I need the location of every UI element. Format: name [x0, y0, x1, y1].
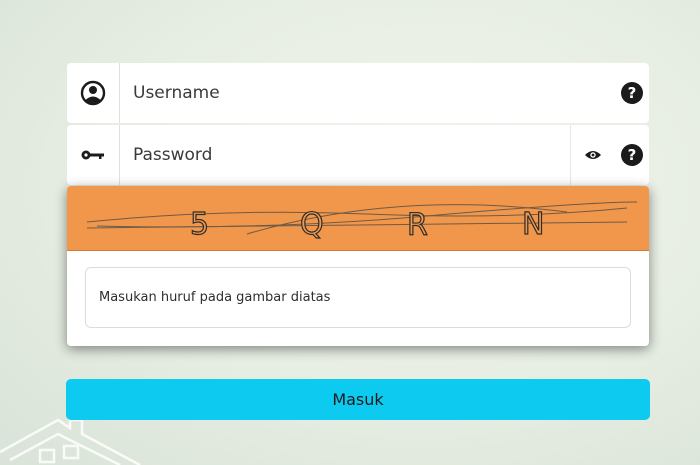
submit-button[interactable]: Masuk [66, 379, 650, 420]
captcha-char: Q [300, 207, 324, 242]
captcha-char: 5 [190, 207, 209, 242]
password-addon [67, 125, 120, 185]
username-help[interactable]: ? [615, 63, 649, 123]
captcha-card: 5 Q R N Masukan huruf pada gambar diatas [67, 186, 649, 346]
toggle-password-button[interactable] [570, 125, 615, 185]
captcha-image: 5 Q R N [67, 186, 649, 251]
password-input[interactable]: Password [120, 125, 570, 185]
password-input-group: Password ? [67, 125, 649, 185]
username-addon [67, 63, 120, 123]
username-input-group: Username ? [67, 63, 649, 123]
captcha-char: N [522, 207, 544, 242]
question-circle-icon[interactable]: ? [621, 144, 643, 166]
captcha-input[interactable]: Masukan huruf pada gambar diatas [85, 267, 631, 328]
key-icon [81, 150, 104, 160]
question-circle-icon[interactable]: ? [621, 82, 643, 104]
eye-icon[interactable] [584, 149, 602, 161]
user-circle-icon [80, 80, 106, 106]
captcha-char: R [407, 208, 428, 243]
captcha-graphic: 5 Q R N [86, 201, 638, 244]
password-help[interactable]: ? [615, 125, 649, 185]
username-input[interactable]: Username [120, 63, 615, 123]
